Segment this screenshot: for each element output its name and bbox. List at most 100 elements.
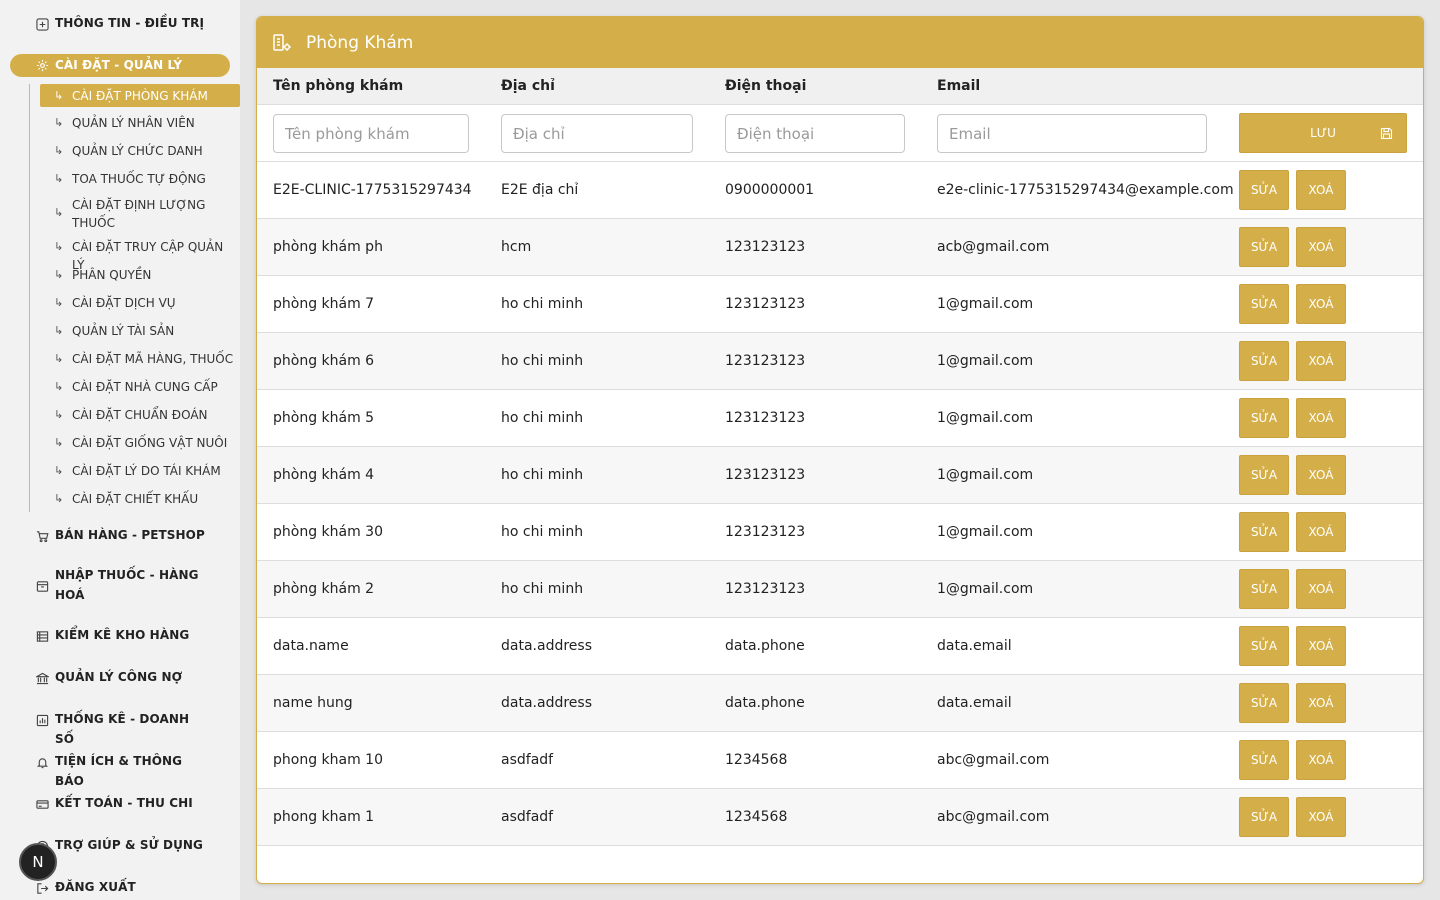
- sidebar-item-label: CÀI ĐẶT LÝ DO TÁI KHÁM: [72, 464, 221, 478]
- cell-name: phòng khám 7: [273, 296, 375, 312]
- table-row: phòng khám ph hcm 123123123 acb@gmail.com SỬ…: [257, 219, 1423, 276]
- table-row: phòng khám 6 ho chi minh 123123123 1@gmail.…: [257, 333, 1423, 390]
- sidebar-item-diagnosis[interactable]: ↳ CÀI ĐẶT CHUẨN ĐOÁN: [40, 408, 240, 424]
- arrow-turn-icon: ↳: [54, 88, 64, 102]
- bank-icon: [35, 671, 49, 685]
- cell-phone: 123123123: [725, 353, 806, 369]
- nav-section-logout[interactable]: ĐĂNG XUẤT: [0, 880, 205, 897]
- sidebar-item-label: CÀI ĐẶT CHUẨN ĐOÁN: [72, 408, 208, 422]
- delete-button[interactable]: XOÁ: [1296, 341, 1346, 381]
- cell-email: e2e-clinic-1775315297434@example.com: [937, 182, 1234, 198]
- cell-email: data.email: [937, 695, 1012, 711]
- sidebar-item-dosage[interactable]: ↳ CÀI ĐẶT ĐỊNH LƯỢNG THUỐC: [40, 198, 240, 232]
- delete-button[interactable]: XOÁ: [1296, 170, 1346, 210]
- nav-section-utilities[interactable]: TIỆN ÍCH & THÔNG BÁO: [0, 754, 205, 791]
- edit-button[interactable]: SỬA: [1239, 512, 1289, 552]
- delete-button[interactable]: XOÁ: [1296, 797, 1346, 837]
- cell-name: name hung: [273, 695, 353, 711]
- sidebar-item-label: CÀI ĐẶT NHÀ CUNG CẤP: [72, 380, 218, 394]
- nav-section-label: ĐĂNG XUẤT: [55, 880, 136, 894]
- sidebar-item-job-titles[interactable]: ↳ QUẢN LÝ CHỨC DANH: [40, 144, 240, 160]
- nav-section-settings[interactable]: CÀI ĐẶT - QUẢN LÝ: [10, 54, 230, 77]
- edit-button[interactable]: SỬA: [1239, 569, 1289, 609]
- sidebar-item-suppliers[interactable]: ↳ CÀI ĐẶT NHÀ CUNG CẤP: [40, 380, 240, 396]
- sidebar-item-discounts[interactable]: ↳ CÀI ĐẶT CHIẾT KHẤU: [40, 492, 240, 508]
- sidebar-item-product-codes[interactable]: ↳ CÀI ĐẶT MÃ HÀNG, THUỐC: [40, 352, 240, 368]
- table-row: phòng khám 2 ho chi minh 123123123 1@gmail.…: [257, 561, 1423, 618]
- edit-button[interactable]: SỬA: [1239, 341, 1289, 381]
- column-header-address: Địa chỉ: [501, 78, 555, 94]
- arrow-turn-icon: ↳: [54, 296, 64, 309]
- arrow-turn-icon: ↳: [54, 268, 64, 281]
- cell-phone: 1234568: [725, 752, 788, 768]
- cell-address: hcm: [501, 239, 532, 255]
- delete-button[interactable]: XOÁ: [1296, 626, 1346, 666]
- phone-input[interactable]: [725, 114, 905, 153]
- list-icon: [35, 629, 49, 643]
- dev-badge[interactable]: N: [19, 843, 57, 881]
- table-row: phong kham 10 asdfadf 1234568 abc@gmail.com…: [257, 732, 1423, 789]
- cell-email: abc@gmail.com: [937, 752, 1050, 768]
- edit-button[interactable]: SỬA: [1239, 284, 1289, 324]
- sidebar-item-permissions[interactable]: ↳ PHÂN QUYỀN: [40, 268, 240, 284]
- address-input[interactable]: [501, 114, 693, 153]
- email-input[interactable]: [937, 114, 1207, 153]
- sidebar-item-revisit-reasons[interactable]: ↳ CÀI ĐẶT LÝ DO TÁI KHÁM: [40, 464, 240, 480]
- nav-section-debt[interactable]: QUẢN LÝ CÔNG NỢ: [0, 670, 205, 687]
- cell-email: abc@gmail.com: [937, 809, 1050, 825]
- cell-phone: 1234568: [725, 809, 788, 825]
- save-button[interactable]: LƯU: [1239, 113, 1407, 153]
- nav-section-label: NHẬP THUỐC - HÀNG HOÁ: [55, 568, 199, 602]
- edit-button[interactable]: SỬA: [1239, 626, 1289, 666]
- delete-button[interactable]: XOÁ: [1296, 398, 1346, 438]
- sidebar-item-label: CÀI ĐẶT ĐỊNH LƯỢNG THUỐC: [72, 198, 206, 230]
- sidebar-item-clinic-settings[interactable]: ↳ CÀI ĐẶT PHÒNG KHÁM: [40, 84, 240, 107]
- edit-button[interactable]: SỬA: [1239, 797, 1289, 837]
- nav-section-import[interactable]: NHẬP THUỐC - HÀNG HOÁ: [0, 568, 205, 605]
- nav-section-inventory[interactable]: KIỂM KÊ KHO HÀNG: [0, 628, 205, 645]
- edit-button[interactable]: SỬA: [1239, 455, 1289, 495]
- cell-address: asdfadf: [501, 809, 554, 825]
- cell-name: E2E-CLINIC-1775315297434: [273, 182, 472, 198]
- delete-button[interactable]: XOÁ: [1296, 455, 1346, 495]
- cell-phone: data.phone: [725, 638, 805, 654]
- table-row: E2E-CLINIC-1775315297434 E2E địa chỉ 09000…: [257, 162, 1423, 219]
- delete-button[interactable]: XOÁ: [1296, 227, 1346, 267]
- sidebar-item-auto-prescription[interactable]: ↳ TOA THUỐC TỰ ĐỘNG: [40, 172, 240, 188]
- edit-button[interactable]: SỬA: [1239, 740, 1289, 780]
- sidebar-item-services[interactable]: ↳ CÀI ĐẶT DỊCH VỤ: [40, 296, 240, 312]
- edit-button[interactable]: SỬA: [1239, 398, 1289, 438]
- nav-section-accounting[interactable]: KẾT TOÁN - THU CHI: [0, 796, 205, 813]
- edit-button[interactable]: SỬA: [1239, 170, 1289, 210]
- cell-email: 1@gmail.com: [937, 581, 1034, 597]
- edit-button[interactable]: SỬA: [1239, 683, 1289, 723]
- delete-button[interactable]: XOÁ: [1296, 284, 1346, 324]
- cell-name: phong kham 10: [273, 752, 383, 768]
- table-row: name hung data.address data.phone data.emai…: [257, 675, 1423, 732]
- table-body: E2E-CLINIC-1775315297434 E2E địa chỉ 09000…: [257, 162, 1423, 846]
- arrow-turn-icon: ↳: [54, 380, 64, 393]
- medical-cross-icon: [35, 17, 49, 31]
- cell-name: phòng khám 6: [273, 353, 375, 369]
- clinic-name-input[interactable]: [273, 114, 469, 153]
- nav-section-petshop[interactable]: BÁN HÀNG - PETSHOP: [0, 528, 205, 545]
- cell-email: 1@gmail.com: [937, 296, 1034, 312]
- cell-address: ho chi minh: [501, 296, 584, 312]
- delete-button[interactable]: XOÁ: [1296, 512, 1346, 552]
- delete-button[interactable]: XOÁ: [1296, 683, 1346, 723]
- sidebar-item-staff[interactable]: ↳ QUẢN LÝ NHÂN VIÊN: [40, 116, 240, 132]
- nav-section-statistics[interactable]: THỐNG KÊ - DOANH SỐ: [0, 712, 205, 749]
- sidebar-item-assets[interactable]: ↳ QUẢN LÝ TÀI SẢN: [40, 324, 240, 340]
- delete-button[interactable]: XOÁ: [1296, 569, 1346, 609]
- chart-icon: [35, 713, 49, 727]
- sidebar-item-label: CÀI ĐẶT CHIẾT KHẤU: [72, 492, 199, 506]
- sidebar-item-breeds[interactable]: ↳ CÀI ĐẶT GIỐNG VẬT NUÔI: [40, 436, 240, 452]
- delete-button[interactable]: XOÁ: [1296, 740, 1346, 780]
- edit-button[interactable]: SỬA: [1239, 227, 1289, 267]
- cell-email: data.email: [937, 638, 1012, 654]
- cell-email: 1@gmail.com: [937, 467, 1034, 483]
- column-header-name: Tên phòng khám: [273, 78, 404, 94]
- cell-phone: 123123123: [725, 239, 806, 255]
- nav-section-treatment[interactable]: THÔNG TIN - ĐIỀU TRỊ: [0, 16, 205, 33]
- cell-phone: 123123123: [725, 296, 806, 312]
